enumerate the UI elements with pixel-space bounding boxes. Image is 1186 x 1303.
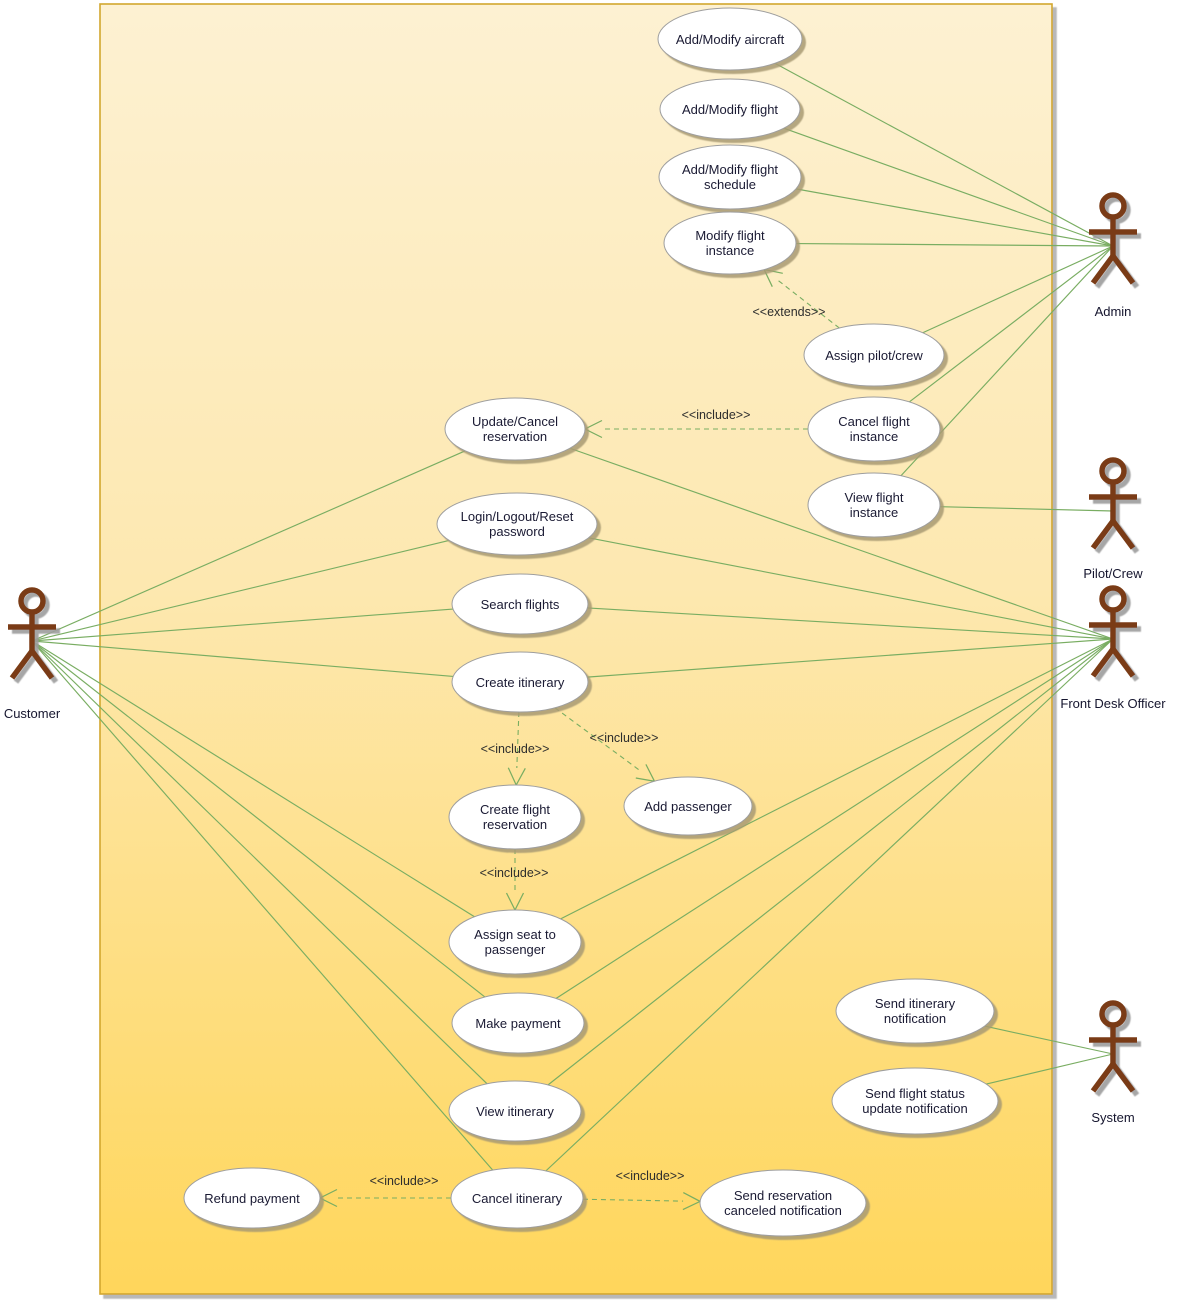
use-case-oval[interactable] [807, 396, 941, 462]
use-case-oval[interactable] [451, 992, 585, 1054]
actor-head [1099, 1000, 1127, 1028]
actor-head [1099, 457, 1127, 485]
use-case-oval[interactable] [623, 776, 753, 836]
use-case-oval[interactable] [663, 211, 797, 275]
actor-leg-right [1110, 519, 1136, 550]
use-case-oval[interactable] [444, 397, 586, 461]
actor-figure[interactable] [1089, 585, 1137, 678]
use-case-oval[interactable] [659, 78, 801, 140]
use-case-oval[interactable] [835, 978, 995, 1044]
use-case-oval[interactable] [451, 651, 589, 713]
actor-leg-right [1110, 254, 1136, 285]
actor-head [1099, 192, 1127, 220]
actor-leg-left [1090, 519, 1116, 550]
actor-leg-right [1110, 1062, 1136, 1093]
use-case-oval[interactable] [831, 1067, 999, 1135]
actor-figure[interactable] [1089, 457, 1137, 550]
use-case-oval[interactable] [183, 1167, 321, 1229]
diagram-vector-layer [8, 3, 1137, 1295]
use-case-oval[interactable] [451, 573, 589, 635]
use-case-oval[interactable] [450, 1167, 584, 1229]
use-case-oval[interactable] [803, 323, 945, 387]
use-case-oval[interactable] [448, 909, 582, 975]
actor-leg-left [9, 649, 35, 680]
actor-leg-right [1110, 647, 1136, 678]
actor-leg-left [1090, 1062, 1116, 1093]
actor-leg-left [1090, 254, 1116, 285]
use-case-oval[interactable] [699, 1169, 867, 1237]
actor-head [18, 587, 46, 615]
use-case-oval[interactable] [658, 144, 802, 210]
actor-head [1099, 585, 1127, 613]
use-case-oval[interactable] [448, 784, 582, 850]
actor-figure[interactable] [1089, 192, 1137, 285]
use-case-oval[interactable] [448, 1080, 582, 1142]
use-case-oval[interactable] [807, 472, 941, 538]
actor-figure[interactable] [1089, 1000, 1137, 1093]
use-case-oval[interactable] [657, 7, 803, 71]
use-case-oval[interactable] [436, 492, 598, 556]
use-case-diagram-canvas: Add/Modify aircraft Add/Modify flight Add/… [0, 0, 1186, 1303]
